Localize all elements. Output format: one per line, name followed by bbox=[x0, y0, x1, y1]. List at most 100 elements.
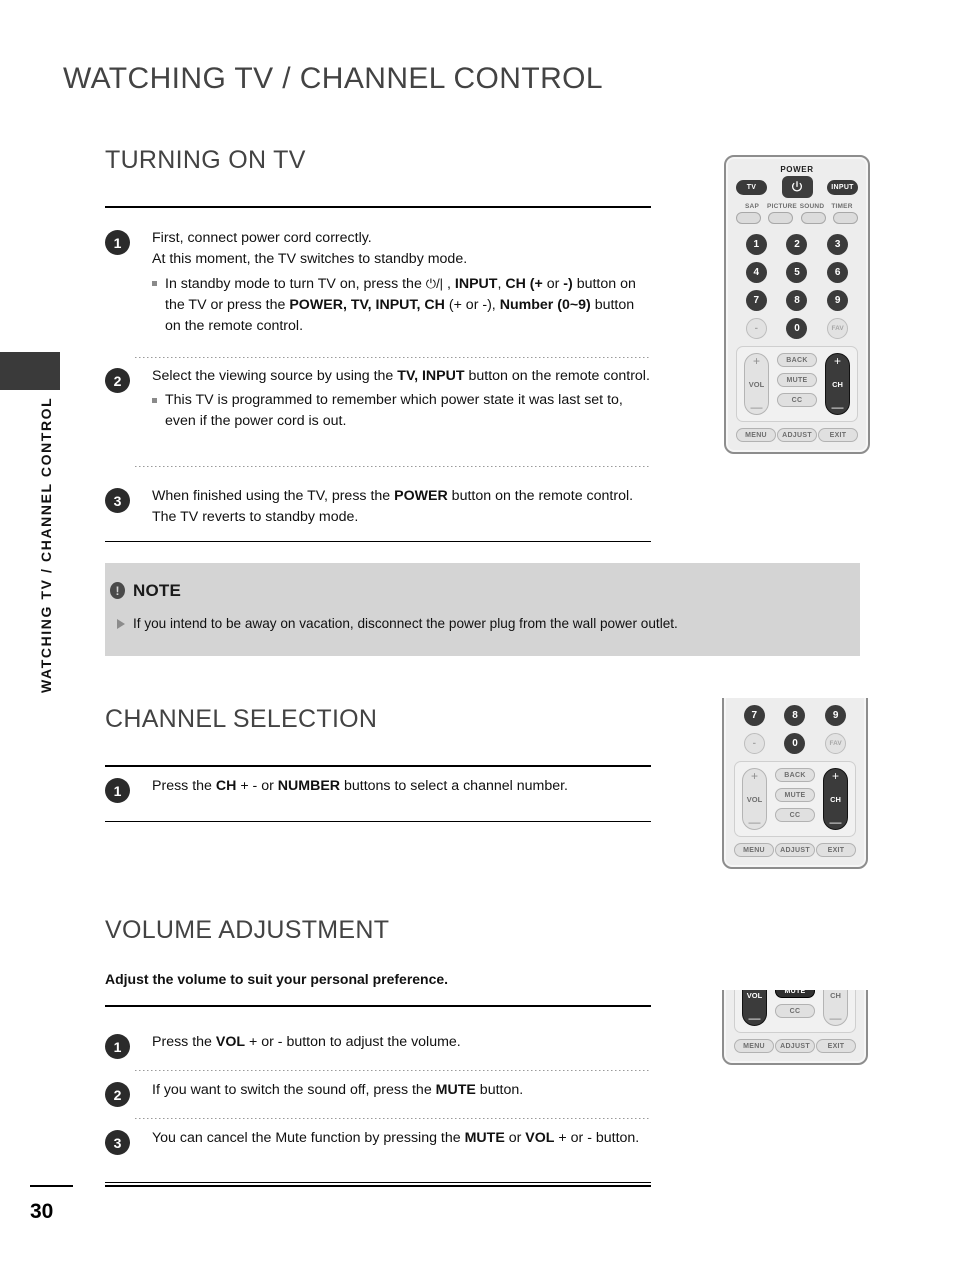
remote-cc-button[interactable]: CC bbox=[777, 393, 817, 407]
numkey-0[interactable]: 0 bbox=[784, 733, 806, 754]
remote-body: POWER TV INPUT SAP PICTURE SOUND TI bbox=[722, 698, 868, 869]
remote-menu-button[interactable]: MENU bbox=[734, 843, 774, 857]
power-symbol-icon: ⏻/| bbox=[425, 276, 444, 291]
numkey-8[interactable]: 8 bbox=[786, 290, 808, 311]
step-text-post: button on the remote control. bbox=[464, 368, 650, 384]
remote-illustration-volume: POWER TV INPUT SAP PICTURE SOUND TI bbox=[722, 990, 872, 1145]
step-line: At this moment, the TV switches to stand… bbox=[152, 251, 468, 267]
vol-label: VOL bbox=[746, 990, 763, 1000]
numkey-6[interactable]: 6 bbox=[827, 262, 849, 283]
step-line: If you want to switch the sound off, pre… bbox=[152, 1080, 651, 1101]
remote-ch-rocker[interactable]: + CH — bbox=[823, 990, 848, 1026]
volume-lead-text: Adjust the volume to suit your personal … bbox=[105, 971, 449, 987]
remote-cc-button[interactable]: CC bbox=[775, 1004, 815, 1018]
remote-timer-button[interactable] bbox=[832, 212, 858, 224]
remote-cc-button[interactable]: CC bbox=[775, 808, 815, 822]
remote-bottom-row: MENU ADJUST EXIT bbox=[736, 428, 858, 442]
power-icon bbox=[791, 181, 803, 192]
remote-top-row: TV INPUT bbox=[736, 176, 858, 198]
remote-exit-button[interactable]: EXIT bbox=[816, 843, 856, 857]
remote-exit-button[interactable]: EXIT bbox=[818, 428, 858, 442]
triangle-bullet-icon bbox=[117, 619, 125, 629]
remote-mute-button[interactable]: MUTE bbox=[777, 373, 817, 387]
step-text-bold: TV, INPUT bbox=[397, 368, 465, 384]
remote-input-button[interactable]: INPUT bbox=[827, 179, 858, 195]
divider-dotted-4 bbox=[135, 1118, 651, 1119]
numkey-fav[interactable]: FAV bbox=[825, 733, 847, 754]
remote-function-buttons bbox=[736, 212, 858, 224]
ch-minus: — bbox=[829, 815, 842, 829]
ch-plus: + bbox=[831, 769, 839, 783]
numkey-dash[interactable]: - bbox=[743, 733, 765, 754]
remote-ch-rocker[interactable]: + CH — bbox=[823, 768, 848, 830]
numkey-4[interactable]: 4 bbox=[745, 262, 767, 283]
numpad-row: - 0 FAV bbox=[734, 733, 856, 754]
numkey-dash[interactable]: - bbox=[745, 318, 767, 339]
step-text-bold: VOL bbox=[215, 1034, 246, 1050]
step-text-pre: Press the bbox=[152, 778, 216, 794]
remote-numpad: 1 2 3 4 5 6 7 8 9 - bbox=[734, 698, 856, 754]
fn-label-sap: SAP bbox=[745, 203, 759, 210]
remote-mute-button[interactable]: MUTE bbox=[775, 788, 815, 802]
numkey-7[interactable]: 7 bbox=[743, 705, 765, 726]
remote-vol-rocker[interactable]: + VOL — bbox=[742, 990, 767, 1026]
remote-adjust-button[interactable]: ADJUST bbox=[777, 428, 817, 442]
numkey-8[interactable]: 8 bbox=[784, 705, 806, 726]
remote-mute-button[interactable]: MUTE bbox=[775, 990, 815, 998]
divider-channel-selection-top bbox=[105, 765, 651, 767]
remote-mid-column: BACK MUTE CC bbox=[777, 353, 817, 407]
remote-mid-column: BACK MUTE CC bbox=[775, 768, 815, 822]
divider-dotted-2 bbox=[135, 466, 651, 467]
remote-picture-button[interactable] bbox=[768, 212, 794, 224]
step-number: 1 bbox=[105, 230, 130, 255]
section-title-channel-selection: CHANNEL SELECTION bbox=[105, 705, 378, 733]
note-title: NOTE bbox=[133, 581, 182, 600]
step-text-bold: NUMBER bbox=[277, 778, 341, 794]
remote-back-button[interactable]: BACK bbox=[775, 768, 815, 782]
remote-menu-button[interactable]: MENU bbox=[736, 428, 776, 442]
bullet-bold: POWER, TV, INPUT, CH bbox=[289, 297, 445, 313]
remote-menu-button[interactable]: MENU bbox=[734, 1039, 774, 1053]
remote-control-cluster: + VOL — BACK MUTE CC + CH — bbox=[736, 346, 858, 422]
numkey-7[interactable]: 7 bbox=[745, 290, 767, 311]
remote-adjust-button[interactable]: ADJUST bbox=[775, 1039, 815, 1053]
note-item: If you intend to be away on vacation, di… bbox=[133, 616, 678, 631]
remote-power-button[interactable] bbox=[781, 176, 813, 198]
vol-minus: — bbox=[748, 1011, 761, 1025]
remote-vol-rocker[interactable]: + VOL — bbox=[744, 353, 769, 415]
step-number: 3 bbox=[105, 1130, 130, 1155]
vol-minus: — bbox=[750, 400, 763, 414]
vol-plus: + bbox=[750, 769, 758, 783]
divider-volume-top bbox=[105, 1005, 651, 1007]
step-number: 2 bbox=[105, 368, 130, 393]
bullet-text: , bbox=[443, 276, 455, 292]
fn-label-timer: TIMER bbox=[831, 203, 853, 210]
numkey-5[interactable]: 5 bbox=[786, 262, 808, 283]
remote-ch-rocker[interactable]: + CH — bbox=[825, 353, 850, 415]
note-box: ! NOTE If you intend to be away on vacat… bbox=[105, 563, 860, 656]
remote-exit-button[interactable]: EXIT bbox=[816, 1039, 856, 1053]
divider-dotted-3 bbox=[135, 1070, 651, 1071]
remote-vol-rocker[interactable]: + VOL — bbox=[742, 768, 767, 830]
remote-control-cluster: + VOL — BACK MUTE CC + CH — bbox=[734, 761, 856, 837]
numkey-3[interactable]: 3 bbox=[827, 234, 849, 255]
numkey-9[interactable]: 9 bbox=[827, 290, 849, 311]
numpad-row: - 0 FAV bbox=[736, 318, 858, 339]
numkey-1[interactable]: 1 bbox=[745, 234, 767, 255]
step-number: 1 bbox=[105, 1034, 130, 1059]
vol-label: VOL bbox=[748, 379, 765, 389]
ch-minus: — bbox=[831, 400, 844, 414]
remote-bottom-row: MENU ADJUST EXIT bbox=[734, 843, 856, 857]
remote-back-button[interactable]: BACK bbox=[777, 353, 817, 367]
numkey-0[interactable]: 0 bbox=[786, 318, 808, 339]
remote-adjust-button[interactable]: ADJUST bbox=[775, 843, 815, 857]
remote-sap-button[interactable] bbox=[736, 212, 761, 224]
remote-tv-button[interactable]: TV bbox=[736, 179, 767, 195]
numkey-2[interactable]: 2 bbox=[786, 234, 808, 255]
numkey-fav[interactable]: FAV bbox=[827, 318, 849, 339]
remote-sound-button[interactable] bbox=[800, 212, 826, 224]
numkey-9[interactable]: 9 bbox=[825, 705, 847, 726]
step-text: Press the CH + - or NUMBER buttons to se… bbox=[152, 776, 651, 797]
step-text-bold: CH bbox=[215, 778, 237, 794]
remote-bottom-row: MENU ADJUST EXIT bbox=[734, 1039, 856, 1053]
